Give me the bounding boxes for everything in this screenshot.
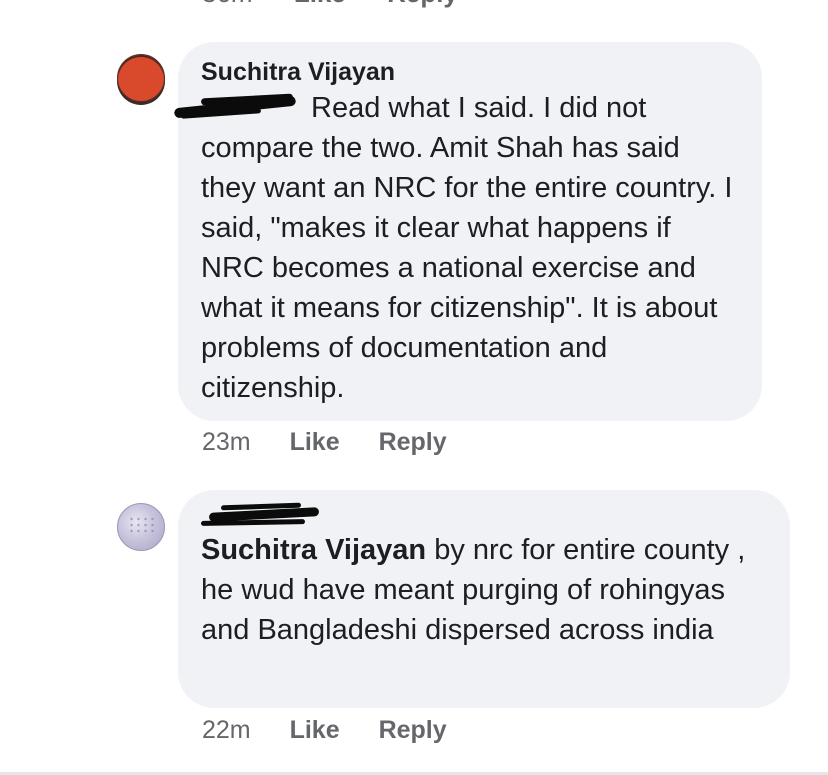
like-button[interactable]: Like xyxy=(290,428,340,457)
reply-button[interactable]: Reply xyxy=(379,716,447,745)
comment-timestamp[interactable]: 22m xyxy=(202,716,251,745)
comment-actions: 22m Like Reply xyxy=(202,716,479,745)
mention-link[interactable]: Suchitra Vijayan xyxy=(201,534,426,566)
comment-timestamp[interactable]: 23m xyxy=(202,428,251,457)
previous-like-button[interactable]: Like xyxy=(294,0,346,8)
redacted-mention xyxy=(173,93,301,124)
redacted-author-name xyxy=(200,502,321,528)
comment-thread: 36m Like Reply Suchitra Vijayan Read wha… xyxy=(0,0,828,775)
comment-body: Read what I said. I did not compare the … xyxy=(173,88,740,408)
comment-bubble: Suchitra Vijayan Read what I said. I did… xyxy=(173,42,762,421)
avatar[interactable] xyxy=(117,503,165,551)
comment-body: Suchitra Vijayan by nrc for entire count… xyxy=(201,530,768,650)
comment-author-name[interactable]: Suchitra Vijayan xyxy=(201,56,395,88)
previous-reply-button[interactable]: Reply xyxy=(387,0,458,8)
previous-comment-timestamp: 36m xyxy=(202,0,253,8)
reply-button[interactable]: Reply xyxy=(379,428,447,457)
like-button[interactable]: Like xyxy=(290,716,340,745)
comment-text: Read what I said. I did not compare the … xyxy=(201,92,733,404)
previous-comment-actions: 36m Like Reply xyxy=(202,0,492,9)
comment-bubble: Suchitra Vijayan by nrc for entire count… xyxy=(178,490,790,708)
avatar[interactable] xyxy=(117,54,165,102)
comment-actions: 23m Like Reply xyxy=(202,428,479,457)
